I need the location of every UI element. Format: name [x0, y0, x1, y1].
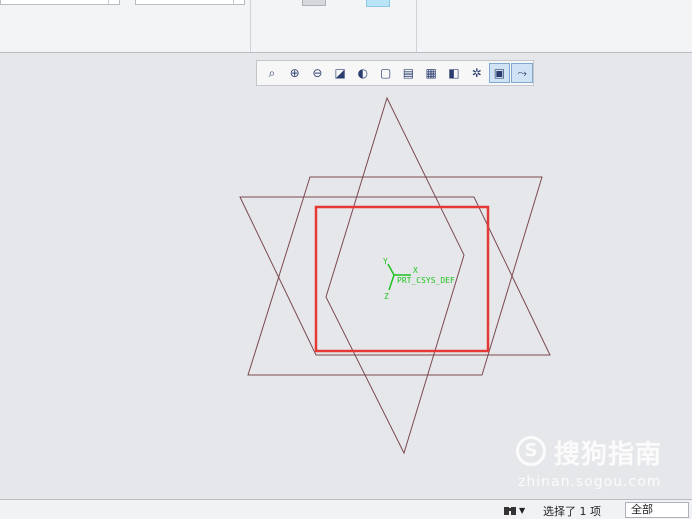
csys-y-label: Y	[383, 257, 388, 266]
find-button[interactable]: ▼	[503, 502, 537, 518]
saved-orientations-icon[interactable]: ▢	[375, 63, 397, 83]
graphics-viewport[interactable]: Y X Z PRT_CSYS_DEF	[0, 53, 692, 499]
datum-display-icon[interactable]: ✲	[466, 63, 488, 83]
zoom-in-icon[interactable]: ⊕	[284, 63, 306, 83]
watermark-url: zhinan.sogou.com	[518, 474, 662, 490]
annotation-display-icon[interactable]: ▣	[488, 63, 511, 83]
ribbon-button[interactable]	[302, 0, 326, 6]
ribbon-divider	[250, 0, 251, 52]
csys-z-label: Z	[384, 292, 389, 301]
view-manager-icon[interactable]: ▤	[398, 63, 420, 83]
ribbon-divider	[416, 0, 417, 52]
binoculars-icon	[504, 507, 516, 515]
spin-center-icon[interactable]: ⤳	[511, 63, 534, 83]
sogou-logo-icon: S	[516, 436, 546, 466]
watermark-cn: 搜狗指南	[554, 440, 663, 470]
repaint-icon[interactable]: ◪	[329, 63, 351, 83]
quadrilateral-outline[interactable]	[239, 196, 551, 356]
refit-icon[interactable]: ⌕	[261, 63, 283, 83]
ribbon	[0, 0, 692, 53]
chevron-down-icon	[233, 0, 244, 4]
ribbon-color-swatch[interactable]	[366, 0, 390, 7]
ribbon-dropdown-1[interactable]	[0, 0, 120, 5]
status-bar: ▼ 选择了 1 项 全部	[0, 499, 692, 519]
chevron-down-icon: ▼	[519, 505, 526, 515]
sketch-canvas: Y X Z PRT_CSYS_DEF	[239, 96, 551, 455]
watermark: S 搜狗指南 zhinan.sogou.com	[516, 434, 686, 496]
perspective-icon[interactable]: ▦	[420, 63, 442, 83]
csys-x-label: X	[413, 266, 418, 275]
coordinate-system[interactable]: Y X Z PRT_CSYS_DEF	[383, 257, 455, 301]
section-icon[interactable]: ◧	[443, 63, 465, 83]
graphics-toolbar: ⌕ ⊕ ⊖ ◪ ◐ ▢ ▤ ▦ ◧ ✲ ▣ ⤳	[256, 60, 534, 86]
csys-name-label: PRT_CSYS_DEF	[397, 276, 455, 285]
ribbon-dropdown-2[interactable]	[135, 0, 245, 5]
chevron-down-icon	[108, 0, 119, 4]
display-style-icon[interactable]: ◐	[352, 63, 374, 83]
selection-status: 选择了 1 项	[543, 505, 601, 518]
selection-filter-select[interactable]: 全部	[625, 502, 689, 518]
zoom-out-icon[interactable]: ⊖	[307, 63, 329, 83]
